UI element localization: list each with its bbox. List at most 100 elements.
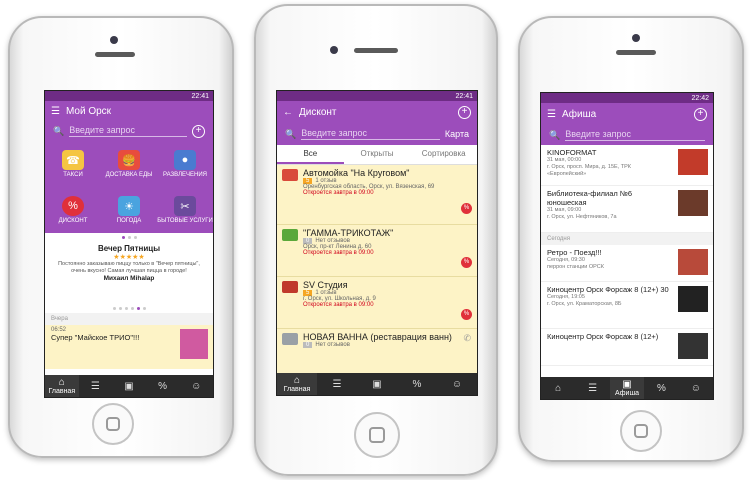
item-title: Автомойка "На Круговом" — [303, 168, 410, 178]
feed-item[interactable]: 06:52 Супер "Майское ТРИО"!!! — [45, 325, 213, 369]
event-item[interactable]: Киноцентр Орск Форсаж 8 (12+) 30 Сегодня… — [541, 282, 713, 329]
percent-icon: % — [158, 380, 168, 392]
tab-catalog[interactable]: ☰ — [79, 375, 113, 397]
item-status: Откроется завтра в 09:00 — [303, 190, 374, 196]
tab-profile[interactable]: ☺ — [437, 373, 477, 395]
phone-middle: 22:41 ← Дисконт + 🔍 Введите запрос Карта… — [254, 4, 498, 476]
phone-speaker — [616, 50, 656, 55]
page-title: Мой Орск — [65, 105, 112, 117]
home-button[interactable] — [354, 412, 400, 458]
tab-sort[interactable]: Сортировка — [410, 145, 477, 164]
category-entertainment[interactable]: ● РАЗВЛЕЧЕНИЯ — [157, 141, 213, 187]
tab-all[interactable]: Все — [277, 145, 344, 164]
tab-events[interactable]: ▣ — [357, 373, 397, 395]
phone-camera — [110, 36, 118, 44]
tab-catalog[interactable]: ☰ — [317, 373, 357, 395]
home-button[interactable] — [92, 403, 134, 445]
pager-dots — [45, 233, 213, 242]
services-icon: ✂ — [174, 196, 196, 216]
screen-middle: 22:41 ← Дисконт + 🔍 Введите запрос Карта… — [276, 90, 478, 396]
category-label: ДИСКОНТ — [58, 218, 88, 224]
calendar-icon: ▣ — [622, 379, 632, 390]
category-food-delivery[interactable]: 🍔 ДОСТАВКА ЕДЫ — [101, 141, 157, 187]
tab-events[interactable]: ▣ Афиша — [609, 377, 645, 399]
category-label: ДОСТАВКА ЕДЫ — [105, 172, 153, 178]
review-title: Вечер Пятницы — [97, 244, 161, 253]
review-card[interactable]: Вечер Пятницы ★★★★★ Постоянно заказываю … — [45, 242, 213, 304]
food-delivery-icon: 🍔 — [118, 150, 140, 170]
search-input[interactable]: Введите запрос — [69, 125, 187, 137]
list-item[interactable]: Автомойка "На Круговом" 51 отзыв Оренбур… — [277, 165, 477, 225]
business-logo — [282, 169, 298, 181]
item-status: Откроется завтра в 09:00 — [303, 302, 374, 308]
bowling-icon: ● — [174, 150, 196, 170]
review-author: Михаил Mihalap — [103, 275, 155, 282]
search-input[interactable]: Введите запрос — [301, 128, 440, 140]
section-header: Сегодня — [541, 233, 713, 245]
percent-icon: % — [656, 382, 666, 394]
status-time: 22:41 — [455, 92, 473, 100]
category-weather[interactable]: ☀ ПОГОДА — [101, 187, 157, 233]
calendar-icon: ▣ — [124, 380, 134, 392]
add-icon[interactable]: + — [694, 107, 707, 121]
add-icon[interactable]: + — [458, 105, 471, 119]
category-services[interactable]: ✂ БЫТОВЫЕ УСЛУГИ — [157, 187, 213, 233]
profile-icon: ☺ — [191, 380, 202, 392]
event-thumbnail — [678, 333, 708, 359]
filter-tabs: Все Открыты Сортировка — [277, 145, 477, 165]
status-bar: 22:41 — [45, 91, 213, 101]
event-item[interactable]: Библиотека-филиал №6 юношеская 31 мая, 0… — [541, 186, 713, 233]
event-item[interactable]: Ретро - Поезд!!! Сегодня, 09:30 перрон с… — [541, 245, 713, 282]
pager-dot — [118, 307, 122, 310]
tab-discount[interactable]: % — [397, 373, 437, 395]
status-bar: 22:42 — [541, 93, 713, 103]
app-bar: ← Дисконт + — [277, 101, 477, 123]
add-icon[interactable]: + — [192, 124, 205, 138]
business-logo — [282, 333, 298, 345]
tab-profile[interactable]: ☺ — [679, 377, 713, 399]
pager-dot — [136, 307, 140, 310]
discount-icon: % — [461, 203, 472, 214]
home-icon: ⌂ — [293, 375, 301, 386]
tab-open[interactable]: Открыты — [344, 145, 411, 164]
item-title: НОВАЯ ВАННА (реставрация ванн) — [303, 332, 452, 342]
tab-home[interactable]: ⌂ — [541, 377, 575, 399]
list-item[interactable]: НОВАЯ ВАННА (реставрация ванн) 0 Нет отзы… — [277, 329, 477, 375]
tab-home[interactable]: ⌂ Главная — [277, 373, 317, 395]
home-button[interactable] — [620, 410, 662, 452]
tab-discount[interactable]: % — [146, 375, 180, 397]
tab-home[interactable]: ⌂ Главная — [45, 375, 79, 397]
search-input[interactable]: Введите запрос — [565, 129, 705, 141]
tab-catalog[interactable]: ☰ — [575, 377, 609, 399]
category-discount[interactable]: % ДИСКОНТ — [45, 187, 101, 233]
event-item[interactable]: Киноцентр Орск Форсаж 8 (12+) — [541, 329, 713, 366]
menu-icon[interactable]: ☰ — [547, 109, 556, 120]
search-bar: 🔍 Введите запрос — [541, 125, 713, 145]
tab-discount[interactable]: % — [644, 377, 678, 399]
category-taxi[interactable]: ☎ ТАКСИ — [45, 141, 101, 187]
map-button[interactable]: Карта — [445, 129, 469, 139]
business-logo — [282, 229, 298, 241]
section-header: Вчера — [45, 313, 213, 325]
category-label: РАЗВЛЕЧЕНИЯ — [162, 172, 207, 178]
category-grid: ☎ ТАКСИ 🍔 ДОСТАВКА ЕДЫ ● РАЗВЛЕЧЕНИЯ % ДИСКО… — [45, 141, 213, 233]
screen-left: 22:41 ☰ Мой Орск 🔍 Введите запрос + ☎ ТАК… — [44, 90, 214, 398]
phone-camera — [632, 34, 640, 42]
item-status: Откроется завтра в 09:00 — [303, 250, 374, 256]
phone-icon[interactable]: ✆ — [463, 333, 471, 344]
phone-speaker — [354, 48, 398, 53]
pager-dot — [130, 307, 134, 310]
menu-icon[interactable]: ☰ — [51, 106, 60, 117]
tab-profile[interactable]: ☺ — [179, 375, 213, 397]
event-thumbnail — [678, 286, 708, 312]
app-bar: ☰ Мой Орск — [45, 101, 213, 121]
search-icon: 🔍 — [549, 129, 561, 140]
list-item[interactable]: "ГАММА-ТРИКОТАЖ" 0 Нет отзывов Орск, пр-к… — [277, 225, 477, 277]
event-item[interactable]: KINOFORMAT 31 мая, 00:00 г. Орск, просп.… — [541, 145, 713, 186]
list-icon: ☰ — [332, 378, 342, 390]
tab-events[interactable]: ▣ — [112, 375, 146, 397]
back-arrow-icon[interactable]: ← — [283, 107, 293, 118]
list-item[interactable]: SV Студия 51 отзыв г. Орск, ул. Школьная… — [277, 277, 477, 329]
status-time: 22:42 — [691, 94, 709, 102]
phone-left: 22:41 ☰ Мой Орск 🔍 Введите запрос + ☎ ТАК… — [8, 16, 234, 458]
